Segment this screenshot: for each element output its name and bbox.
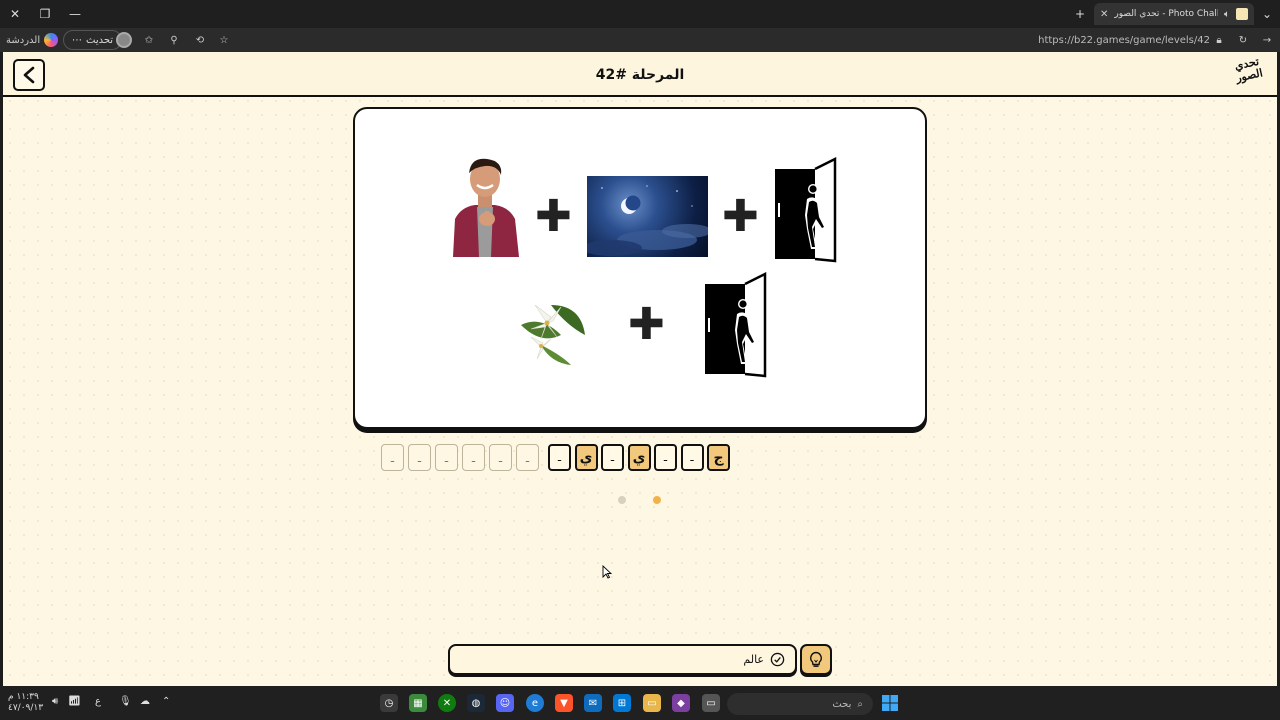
letter-slot[interactable]: ـ xyxy=(489,444,512,471)
forward-icon[interactable]: → xyxy=(1258,30,1276,50)
letter-slot[interactable]: ـ xyxy=(654,444,677,471)
browser-tab[interactable]: ✕ تحدي الصور - Photo Challenge 🔈︎ xyxy=(1094,3,1254,25)
letter-slot[interactable]: ـ xyxy=(435,444,458,471)
puzzle-card: ✚ ✚ ✚ xyxy=(353,107,927,429)
xbox-icon[interactable]: ✕ xyxy=(438,694,456,712)
exit-door-icon xyxy=(705,272,767,378)
copilot-icon xyxy=(44,33,59,47)
edge-browser-icon[interactable]: e xyxy=(526,694,544,712)
letter-slot[interactable]: ـ xyxy=(516,444,539,471)
hint-bulb-button[interactable] xyxy=(800,644,832,675)
chat-button[interactable]: الدردشة xyxy=(6,30,59,50)
exit-door-icon xyxy=(775,157,837,263)
store-icon[interactable]: ⊞ xyxy=(613,694,631,712)
update-button[interactable]: ⋯ تحديث xyxy=(63,30,123,50)
volume-icon[interactable]: 🔊︎ xyxy=(52,696,58,707)
plus-icon: ✚ xyxy=(628,299,665,350)
letter-slot-revealed[interactable]: ج xyxy=(707,444,730,471)
file-explorer-icon[interactable]: ▭ xyxy=(643,694,661,712)
brave-icon[interactable]: ▼ xyxy=(555,694,573,712)
lily-flower-image xyxy=(511,285,589,365)
person-pointing-image xyxy=(447,157,523,257)
tab-close-icon[interactable]: ✕ xyxy=(1100,9,1108,20)
steam-icon[interactable]: ◍ xyxy=(467,694,485,712)
windows-taskbar: ١١:٣٩ م ٤٧/٠٩/١٣ 🔊︎ 📶︎ ع 🎙︎ ☁ ⌃ ◷ ▦ ✕ ◍ … xyxy=(0,686,1280,720)
game-page: المرحلة #42 تحدي الصور ✚ ✚ ✚ ـ ـ ـ ـ ـ ـ… xyxy=(3,52,1277,686)
letter-slot[interactable]: ـ xyxy=(408,444,431,471)
tab-menu-chevron-icon[interactable]: ⌄ xyxy=(1256,4,1278,24)
letter-slot[interactable]: ـ xyxy=(381,444,404,471)
level-title: المرحلة #42 xyxy=(595,66,685,83)
reload-icon[interactable]: ↻ xyxy=(1234,30,1252,50)
profile-avatar-icon[interactable] xyxy=(115,30,133,50)
lock-icon: 🔒︎ xyxy=(1216,34,1222,46)
page-dot-active[interactable] xyxy=(653,496,661,504)
letter-slot[interactable]: ـ xyxy=(601,444,624,471)
update-label: تحديث xyxy=(86,34,114,46)
restore-window-icon[interactable]: ❐ xyxy=(34,4,56,24)
browser-titlebar: ✕ ❐ — + ✕ تحدي الصور - Photo Challenge 🔈… xyxy=(0,0,1280,28)
windows-start-icon[interactable] xyxy=(880,693,900,713)
cloud-icon[interactable]: ☁ xyxy=(140,696,150,707)
more-dots-icon: ⋯ xyxy=(72,34,82,46)
answer-word-1: ــــــ xyxy=(381,444,539,471)
back-button[interactable] xyxy=(13,59,45,91)
letter-slot[interactable]: ـ xyxy=(680,444,704,471)
app-icon-window[interactable]: ▭ xyxy=(702,694,720,712)
minecraft-icon[interactable]: ▦ xyxy=(409,694,427,712)
search-icon: ⌕ xyxy=(857,698,863,710)
letter-slot[interactable]: ـ xyxy=(548,444,571,471)
hint-box[interactable]: عالم xyxy=(448,644,797,675)
search-placeholder: بحث xyxy=(832,698,852,710)
taskbar-search[interactable]: بحث ⌕ xyxy=(727,693,873,715)
microphone-icon[interactable]: 🎙︎ xyxy=(119,696,132,707)
answer-word-2: ـيـيــج xyxy=(548,444,730,471)
close-window-icon[interactable]: ✕ xyxy=(4,4,26,24)
language-indicator[interactable]: ع xyxy=(95,696,101,707)
hint-check-icon xyxy=(770,652,785,667)
page-dot-inactive[interactable] xyxy=(618,496,626,504)
speaker-icon[interactable]: 🔈︎ xyxy=(1224,9,1230,20)
game-header: المرحلة #42 تحدي الصور xyxy=(3,52,1277,97)
address-bar: الدردشة ⋯ تحديث ✩ ⚲ ⟲ ☆ https://b22.game… xyxy=(0,28,1280,52)
extensions-icon[interactable]: ⚲ xyxy=(165,30,183,50)
hint-text: عالم xyxy=(743,653,764,666)
letter-slot[interactable]: ـ xyxy=(462,444,485,471)
url-field[interactable]: https://b22.games/game/levels/42 xyxy=(1038,30,1210,50)
night-sky-moon-image xyxy=(587,176,708,257)
lightbulb-icon xyxy=(810,651,822,667)
system-clock[interactable]: ١١:٣٩ م ٤٧/٠٩/١٣ xyxy=(8,692,43,714)
clock-date: ٤٧/٠٩/١٣ xyxy=(8,703,44,713)
wifi-icon[interactable]: 📶︎ xyxy=(68,696,81,707)
letter-slot-revealed[interactable]: ي xyxy=(574,444,598,471)
plus-icon: ✚ xyxy=(722,191,759,242)
tray-overflow-chevron-icon[interactable]: ⌃ xyxy=(162,696,170,707)
app-icon-m365[interactable]: ◆ xyxy=(672,694,690,712)
clock-time: ١١:٣٩ م xyxy=(8,692,39,702)
new-tab-icon[interactable]: + xyxy=(1069,4,1091,24)
add-favorite-icon[interactable]: ☆ xyxy=(215,30,233,50)
favicon-icon xyxy=(1236,8,1248,20)
favorites-icon[interactable]: ✩ xyxy=(140,30,158,50)
discord-icon[interactable]: ☺ xyxy=(496,694,514,712)
letter-slot-revealed[interactable]: ي xyxy=(627,444,651,471)
mouse-cursor-icon xyxy=(602,565,612,579)
plus-icon: ✚ xyxy=(535,191,572,242)
chevron-left-icon xyxy=(23,66,35,84)
mail-icon[interactable]: ✉ xyxy=(584,694,602,712)
tab-title: تحدي الصور - Photo Challenge xyxy=(1114,9,1218,19)
chat-label: الدردشة xyxy=(6,34,41,46)
minimize-window-icon[interactable]: — xyxy=(64,4,86,24)
app-icon-clock[interactable]: ◷ xyxy=(380,694,398,712)
refresh-page-icon[interactable]: ⟲ xyxy=(191,30,209,50)
